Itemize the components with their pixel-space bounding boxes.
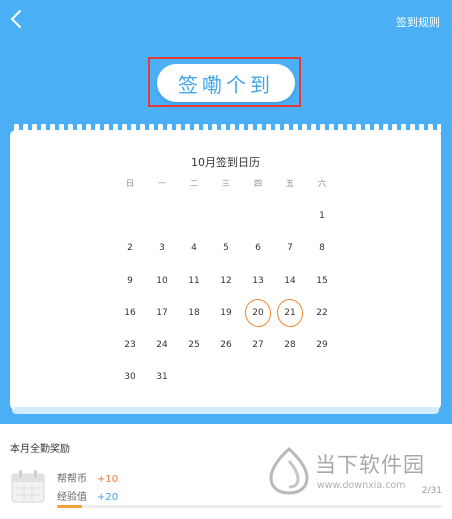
calendar-day[interactable]: 5 <box>212 238 240 258</box>
highlight-box <box>148 57 301 107</box>
progress-track <box>57 505 442 508</box>
calendar-day[interactable]: 27 <box>244 335 272 355</box>
calendar-card: 10月签到日历 日一二三四五六 1 2 3 4 5 6 7 8 9 10 11 12 13 14 15 16 1… <box>10 130 441 410</box>
progress-fill <box>57 505 82 508</box>
calendar-day[interactable]: 28 <box>276 335 304 355</box>
day-grid: 1 2 3 4 5 6 7 8 9 10 11 12 13 14 15 16 17 18 19 20 21 22 23 24 2… <box>10 130 441 410</box>
calendar-day[interactable]: 7 <box>276 238 304 258</box>
calendar-day[interactable]: 31 <box>148 367 176 387</box>
calendar-day[interactable]: 14 <box>276 271 304 291</box>
calendar-day[interactable]: 22 <box>308 303 336 323</box>
calendar-day[interactable]: 4 <box>180 238 208 258</box>
watermark-text: 当下软件园 <box>315 453 425 477</box>
reward-label: 经验值 <box>57 492 87 503</box>
calendar-day[interactable]: 2 <box>116 238 144 258</box>
calendar-day[interactable]: 3 <box>148 238 176 258</box>
calendar-day[interactable]: 23 <box>116 335 144 355</box>
calendar-day[interactable]: 17 <box>148 303 176 323</box>
calendar-day[interactable]: 18 <box>180 303 208 323</box>
watermark-logo-icon <box>269 447 309 495</box>
reward-value: +10 <box>97 474 119 485</box>
calendar-day[interactable]: 9 <box>116 271 144 291</box>
calendar-day[interactable]: 13 <box>244 271 272 291</box>
reward-row-exp: 经验值 +20 <box>57 488 118 503</box>
calendar-day[interactable]: 29 <box>308 335 336 355</box>
watermark: 当下软件园 www.downxia.com <box>263 445 449 499</box>
calendar-day[interactable]: 19 <box>212 303 240 323</box>
monthly-award-title: 本月全勤奖励 <box>10 444 70 455</box>
watermark-url: www.downxia.com <box>317 480 406 491</box>
calendar-day-checked[interactable]: 21 <box>276 303 304 323</box>
calendar-day[interactable]: 15 <box>308 271 336 291</box>
calendar-day-checked[interactable]: 20 <box>244 303 272 323</box>
calendar-day[interactable]: 12 <box>212 271 240 291</box>
calendar-day[interactable]: 1 <box>308 206 336 226</box>
calendar-day[interactable]: 16 <box>116 303 144 323</box>
calendar-day[interactable]: 30 <box>116 367 144 387</box>
calendar-day[interactable]: 10 <box>148 271 176 291</box>
calendar-day[interactable]: 8 <box>308 238 336 258</box>
reward-label: 帮帮币 <box>57 474 87 485</box>
reward-row-coins: 帮帮币 +10 <box>57 470 118 485</box>
checkin-rules-link[interactable]: 签到规则 <box>396 14 440 30</box>
reward-value: +20 <box>97 492 119 503</box>
calendar-day[interactable]: 26 <box>212 335 240 355</box>
calendar-day[interactable]: 11 <box>180 271 208 291</box>
chevron-left-icon[interactable] <box>6 8 28 30</box>
card-bottom-edge <box>14 407 438 414</box>
calendar-icon <box>11 470 45 503</box>
calendar-day[interactable]: 25 <box>180 335 208 355</box>
top-bar: 签到规则 <box>0 0 452 44</box>
calendar-day[interactable]: 6 <box>244 238 272 258</box>
calendar-day[interactable]: 24 <box>148 335 176 355</box>
